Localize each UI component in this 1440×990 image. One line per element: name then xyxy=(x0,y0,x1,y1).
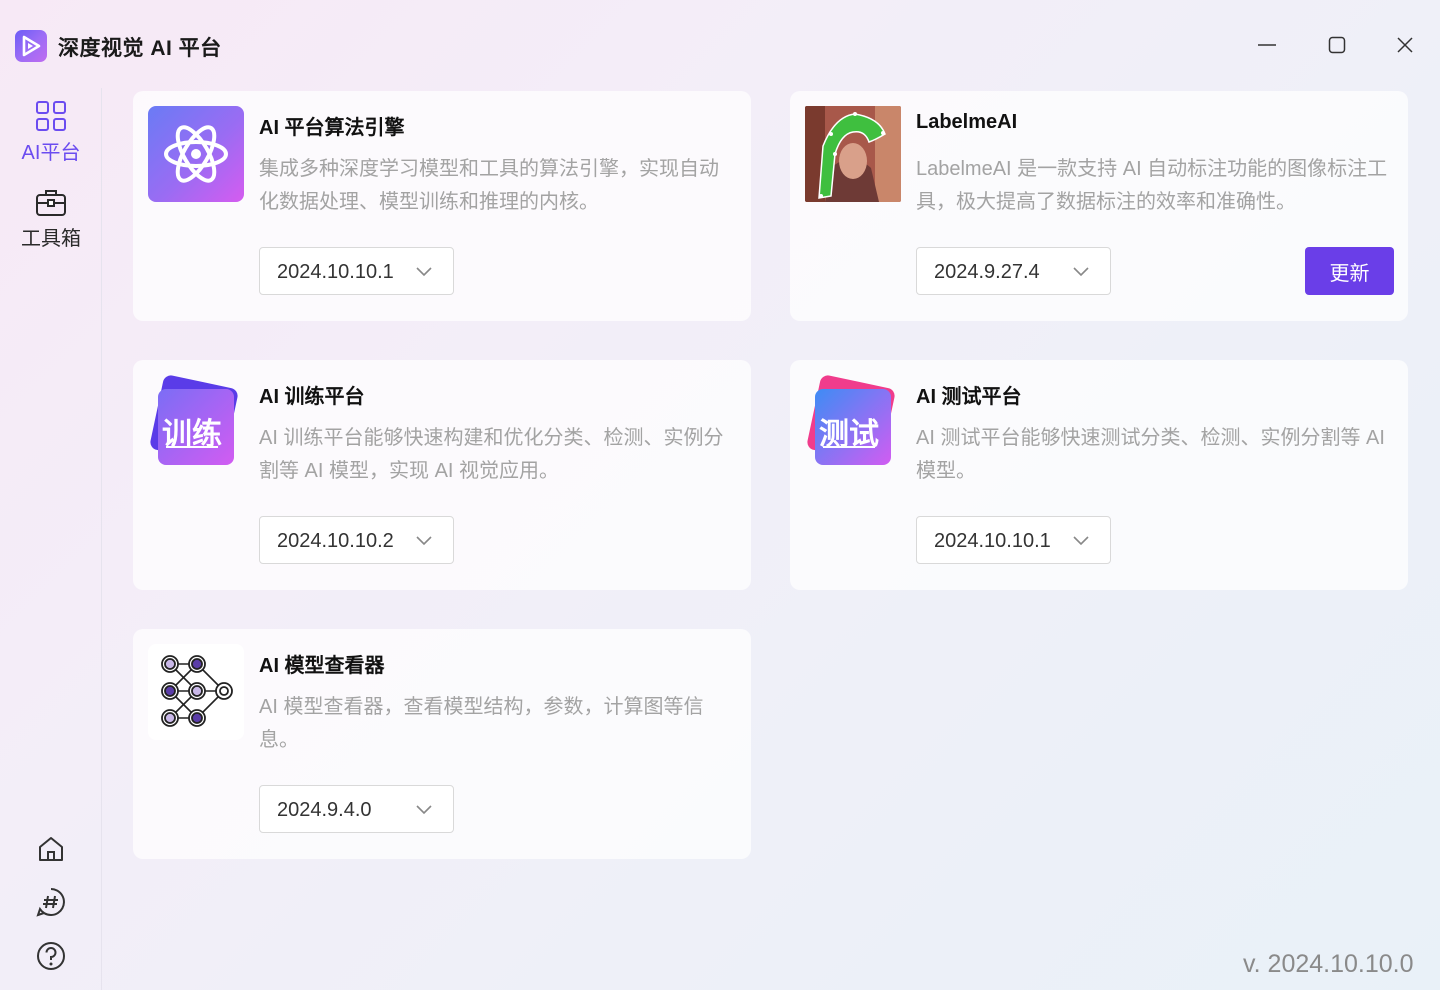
version-value: 2024.10.10.2 xyxy=(277,530,394,552)
app-card-testing-platform: 测试 AI 测试平台 AI 测试平台能够快速测试分类、检测、实例分割等 AI 模… xyxy=(790,360,1408,590)
help-button[interactable] xyxy=(35,940,67,972)
sidebar-item-ai-platform[interactable]: AI平台 xyxy=(0,100,102,165)
toolbox-icon xyxy=(36,190,66,216)
sidebar-item-label: AI平台 xyxy=(21,142,81,164)
sidebar-item-toolbox[interactable]: 工具箱 xyxy=(0,186,102,251)
grid-icon xyxy=(36,101,66,131)
chevron-down-icon xyxy=(416,536,432,546)
app-card-labelmeai: LabelmeAI LabelmeAI 是一款支持 AI 自动标注功能的图像标注… xyxy=(790,91,1408,321)
version-select[interactable]: 2024.10.10.1 xyxy=(916,516,1111,564)
labelme-image-icon xyxy=(805,106,901,202)
version-value: 2024.9.27.4 xyxy=(934,261,1040,283)
card-description: 集成多种深度学习模型和工具的算法引擎，实现自动化数据处理、模型训练和推理的内核。 xyxy=(259,158,719,213)
home-icon xyxy=(39,837,63,861)
update-button[interactable]: 更新 xyxy=(1305,247,1394,295)
version-select[interactable]: 2024.9.27.4 xyxy=(916,247,1111,295)
close-icon xyxy=(1397,37,1413,53)
app-title: 深度视觉 AI 平台 xyxy=(58,37,222,60)
app-version: v. 2024.10.10.0 xyxy=(1243,950,1414,978)
chevron-down-icon xyxy=(1073,536,1089,546)
training-icon-text: 训练 xyxy=(162,418,222,451)
play-logo-icon xyxy=(15,30,47,62)
card-description: AI 测试平台能够快速测试分类、检测、实例分割等 AI 模型。 xyxy=(916,427,1385,482)
app-card-training-platform: 训练 AI 训练平台 AI 训练平台能够快速构建和优化分类、检测、实例分割等 A… xyxy=(133,360,751,590)
hashtag-chat-icon xyxy=(36,888,65,917)
card-description: AI 训练平台能够快速构建和优化分类、检测、实例分割等 AI 模型，实现 AI … xyxy=(259,427,724,482)
home-button[interactable] xyxy=(35,833,67,865)
sidebar: AI平台 工具箱 xyxy=(0,88,102,990)
training-icon: 训练 xyxy=(148,375,244,471)
chevron-down-icon xyxy=(416,267,432,277)
card-description: LabelmeAI 是一款支持 AI 自动标注功能的图像标注工具，极大提高了数据… xyxy=(916,158,1388,213)
title-bar: 深度视觉 AI 平台 xyxy=(0,0,1440,88)
version-value: 2024.9.4.0 xyxy=(277,799,372,821)
version-select[interactable]: 2024.9.4.0 xyxy=(259,785,454,833)
maximize-icon xyxy=(1328,36,1346,54)
chevron-down-icon xyxy=(416,805,432,815)
minimize-icon xyxy=(1258,44,1276,46)
testing-icon-text: 测试 xyxy=(819,418,879,451)
card-title: LabelmeAI xyxy=(916,111,1018,133)
community-button[interactable] xyxy=(35,886,67,918)
version-value: 2024.10.10.1 xyxy=(277,261,394,283)
maximize-button[interactable] xyxy=(1320,28,1354,62)
network-graph-icon xyxy=(148,644,244,740)
sidebar-item-label: 工具箱 xyxy=(21,228,81,250)
card-title: AI 平台算法引擎 xyxy=(259,117,405,139)
minimize-button[interactable] xyxy=(1250,28,1284,62)
atom-icon xyxy=(148,106,244,202)
chevron-down-icon xyxy=(1073,267,1089,277)
version-select[interactable]: 2024.10.10.1 xyxy=(259,247,454,295)
card-title: AI 训练平台 xyxy=(259,386,365,408)
version-select[interactable]: 2024.10.10.2 xyxy=(259,516,454,564)
help-icon xyxy=(37,942,65,970)
close-button[interactable] xyxy=(1388,28,1422,62)
card-description: AI 模型查看器，查看模型结构，参数，计算图等信息。 xyxy=(259,696,704,751)
testing-icon: 测试 xyxy=(805,375,901,471)
card-title: AI 测试平台 xyxy=(916,386,1022,408)
card-title: AI 模型查看器 xyxy=(259,655,385,677)
app-card-algorithm-engine: AI 平台算法引擎 集成多种深度学习模型和工具的算法引擎，实现自动化数据处理、模… xyxy=(133,91,751,321)
version-value: 2024.10.10.1 xyxy=(934,530,1051,552)
app-card-model-viewer: AI 模型查看器 AI 模型查看器，查看模型结构，参数，计算图等信息。 2024… xyxy=(133,629,751,859)
